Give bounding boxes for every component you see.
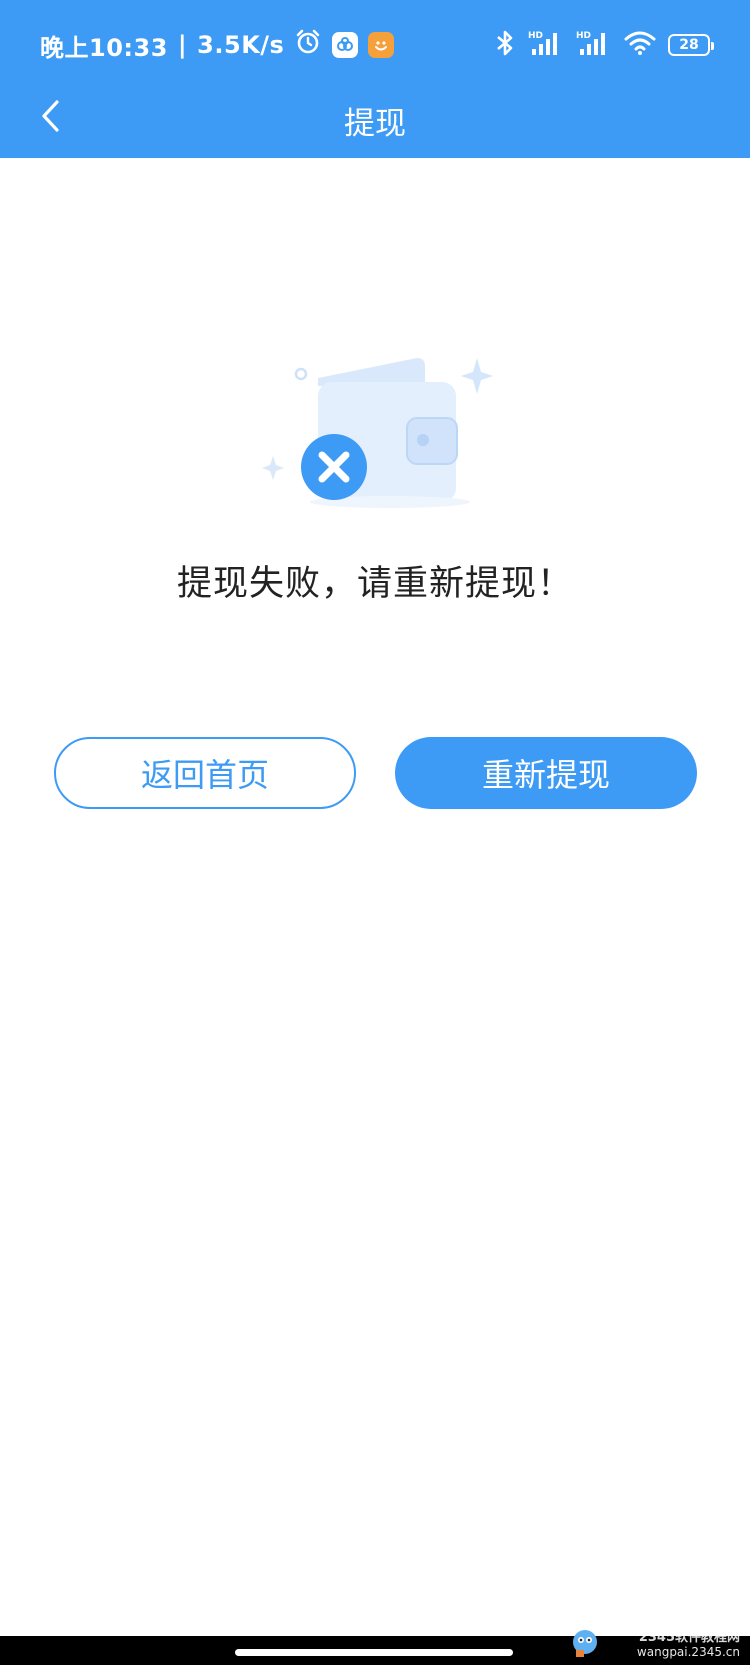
svg-text:HD: HD <box>528 31 543 41</box>
status-bar: 晚上10:33 | 3.5K/s HD HD 28 <box>0 0 750 88</box>
app-badge-orange-icon <box>368 32 395 58</box>
alarm-icon <box>294 28 322 62</box>
watermark-title: 2345软件教程网 <box>638 1630 740 1645</box>
home-indicator[interactable] <box>235 1649 513 1656</box>
retry-withdraw-button[interactable]: 重新提现 <box>395 737 697 809</box>
result-message: 提现失败，请重新提现！ <box>176 564 573 604</box>
watermark: 2345软件教程网 wangpai.2345.cn <box>637 1626 740 1659</box>
back-home-button[interactable]: 返回首页 <box>54 737 356 809</box>
battery-level: 28 <box>679 37 699 53</box>
bluetooth-icon <box>494 29 516 61</box>
header: 晚上10:33 | 3.5K/s HD HD 28 提现 <box>0 0 750 158</box>
status-right: HD HD 28 <box>494 28 714 62</box>
battery-icon: 28 <box>668 34 714 56</box>
page-title: 提现 <box>344 106 406 142</box>
status-net-speed: 3.5K/s <box>197 31 285 59</box>
status-time: 晚上10:33 <box>40 33 168 62</box>
wallet-failed-icon <box>255 350 495 510</box>
svg-text:HD: HD <box>576 31 591 41</box>
signal-hd-icon: HD <box>528 29 564 61</box>
app-badge-icon <box>332 32 359 58</box>
nav-bar: 提现 <box>0 88 750 158</box>
status-separator: | <box>177 31 188 59</box>
wifi-icon <box>624 30 656 60</box>
status-left: 晚上10:33 | 3.5K/s <box>40 28 395 62</box>
watermark-logo-icon <box>570 1628 600 1658</box>
signal-hd-icon: HD <box>576 29 612 61</box>
watermark-url: wangpai.2345.cn <box>636 1645 740 1659</box>
